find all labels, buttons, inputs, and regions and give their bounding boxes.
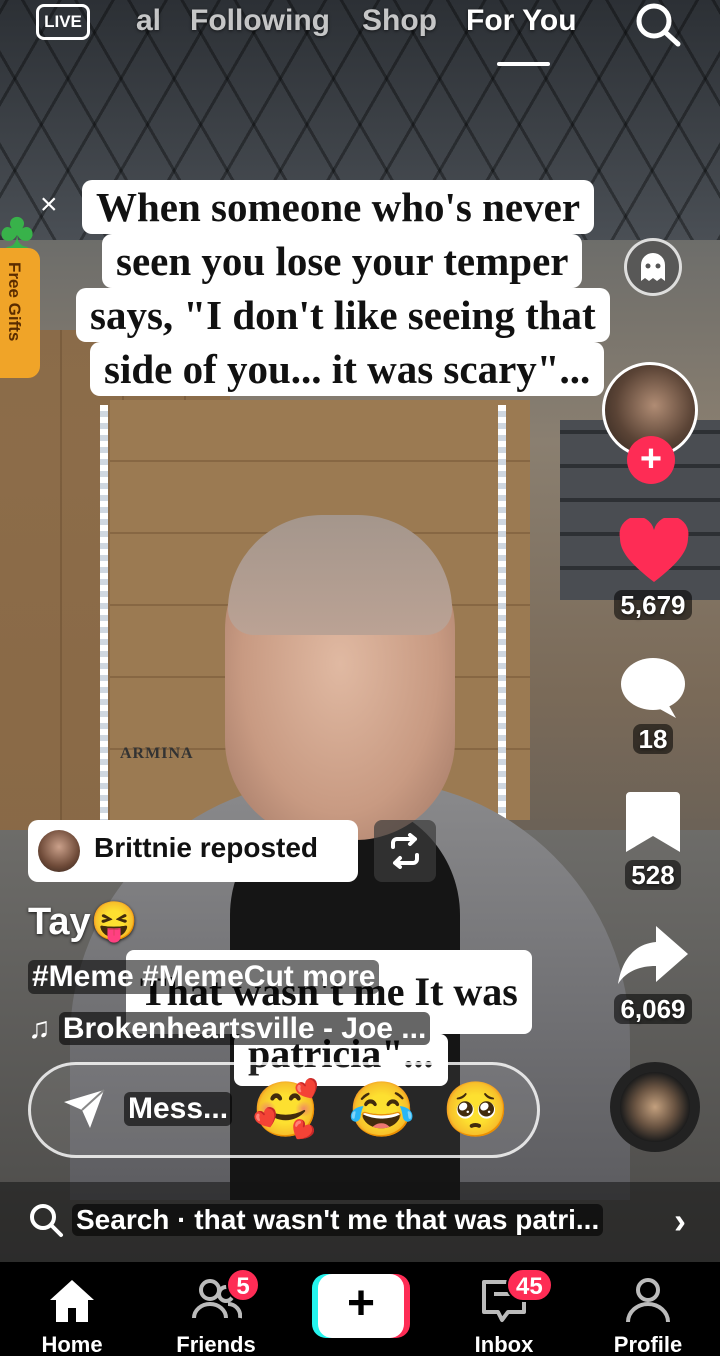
caption-line: says, "I don't like seeing that xyxy=(76,288,610,342)
video-led-strip xyxy=(100,405,108,835)
profile-icon xyxy=(626,1278,670,1323)
emoji-reaction[interactable]: 😂 xyxy=(348,1080,415,1140)
message-input[interactable]: Mess... xyxy=(124,1092,233,1126)
tab-partial[interactable]: al xyxy=(136,4,161,38)
search-icon[interactable] xyxy=(632,0,684,48)
send-icon[interactable] xyxy=(62,1086,106,1135)
tab-profile[interactable]: Profile xyxy=(588,1262,708,1356)
heart-icon xyxy=(619,516,689,582)
like-count: 5,679 xyxy=(598,590,708,621)
related-search-text[interactable]: Search · that wasn't me that was patri..… xyxy=(72,1204,604,1236)
video-led-strip xyxy=(498,405,506,835)
caption-line: When someone who's never xyxy=(82,180,595,234)
free-gifts-label: Free Gifts xyxy=(5,262,24,342)
repost-label: Brittnie reposted xyxy=(94,832,319,863)
tab-inbox[interactable]: 45 Inbox xyxy=(444,1262,564,1356)
emoji-reaction[interactable]: 🥰 xyxy=(252,1080,319,1140)
caption-line: seen you lose your temper xyxy=(102,234,583,288)
song-link[interactable]: ♫ Brokenheartsville - Joe ... xyxy=(28,1012,431,1046)
follow-button[interactable]: + xyxy=(627,436,675,484)
share-button[interactable] xyxy=(616,922,690,988)
comment-button[interactable] xyxy=(618,656,688,720)
save-count: 528 xyxy=(598,860,708,891)
bookmark-button[interactable] xyxy=(624,790,682,856)
reposter-avatar xyxy=(38,830,80,872)
repost-button[interactable] xyxy=(374,820,436,882)
inbox-badge: 45 xyxy=(506,1268,553,1302)
chevron-right-icon[interactable]: › xyxy=(674,1200,686,1242)
video-caption: When someone who's never seen you lose y… xyxy=(76,164,644,410)
tab-shop[interactable]: Shop xyxy=(362,4,437,38)
like-button[interactable] xyxy=(618,516,690,586)
emoji-reaction[interactable]: 🥺 xyxy=(442,1080,509,1140)
close-icon[interactable]: × xyxy=(40,188,58,222)
post-hashtags[interactable]: #Meme #MemeCut more xyxy=(28,960,380,994)
friends-badge: 5 xyxy=(226,1268,260,1302)
tab-friends[interactable]: 5 Friends xyxy=(156,1262,276,1356)
repost-icon xyxy=(391,833,419,869)
top-nav: LIVE al Following Shop For You xyxy=(0,0,720,80)
caption-line: side of you... it was scary"... xyxy=(90,342,605,396)
comment-icon xyxy=(621,658,685,718)
live-icon[interactable]: LIVE xyxy=(36,4,90,40)
music-disc-icon[interactable] xyxy=(610,1062,700,1152)
tab-home-label: Home xyxy=(41,1332,103,1356)
tab-friends-label: Friends xyxy=(176,1332,256,1356)
create-button[interactable]: + xyxy=(312,1274,410,1338)
repost-chip[interactable]: Brittnie reposted xyxy=(28,820,358,882)
tab-active-indicator xyxy=(497,62,550,66)
post-username[interactable]: Tay😝 xyxy=(28,900,138,944)
share-count: 6,069 xyxy=(598,994,708,1025)
tab-following[interactable]: Following xyxy=(190,4,330,38)
comment-count: 18 xyxy=(598,724,708,755)
tab-inbox-label: Inbox xyxy=(474,1332,534,1356)
song-title: Brokenheartsville - Joe ... xyxy=(58,1012,431,1045)
free-gifts-tab[interactable]: Free Gifts xyxy=(0,248,40,378)
video-sign-text: ARMINA xyxy=(120,745,194,762)
plus-icon: + xyxy=(318,1274,404,1338)
tab-for-you[interactable]: For You xyxy=(466,4,577,38)
clover-icon: ♣ xyxy=(0,202,35,260)
bookmark-icon xyxy=(626,792,680,852)
tab-profile-label: Profile xyxy=(613,1332,683,1356)
home-icon xyxy=(50,1280,94,1322)
tab-home[interactable]: Home xyxy=(12,1262,132,1356)
share-arrow-icon xyxy=(618,926,688,984)
ai-ghost-icon[interactable] xyxy=(624,238,682,296)
music-note-icon: ♫ xyxy=(28,1012,59,1045)
search-icon xyxy=(28,1202,64,1243)
